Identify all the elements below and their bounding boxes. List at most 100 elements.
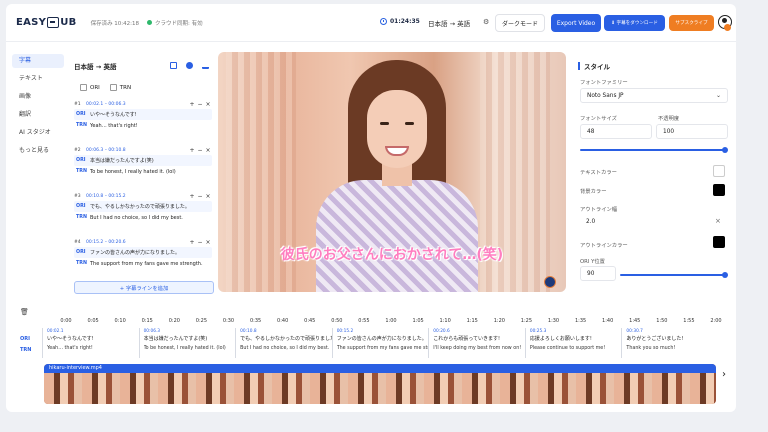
person-eye xyxy=(380,122,389,125)
ori-filter-checkbox[interactable] xyxy=(80,84,87,91)
entry-number: #4 xyxy=(74,240,81,245)
remove-line-icon[interactable]: − xyxy=(196,239,204,246)
timeline-cue[interactable]: 00:06.3 本当は嫌だったんですよ(笑) To be honest, I rea… xyxy=(138,328,236,358)
add-line-icon[interactable]: + xyxy=(188,147,196,154)
bg-color-label: 背景カラー xyxy=(580,189,607,195)
timeline-next-icon[interactable]: › xyxy=(722,369,726,380)
timeline-ruler[interactable]: 0:00 0:05 0:10 0:15 0:20 0:25 0:30 0:35 0:40 0:45… xyxy=(42,318,732,328)
language-settings-icon[interactable]: ⚙ xyxy=(483,18,489,26)
ori-y-input[interactable]: 90 xyxy=(580,266,616,281)
export-video-button[interactable]: Export Video xyxy=(551,14,601,32)
cue-time: 00:06.3 xyxy=(143,329,161,334)
subtitle-track[interactable]: 00:02.1 いや〜そうなんです! Yeah… that's right! 00:0… xyxy=(42,328,718,358)
timeline-cue[interactable]: 00:20.6 これからも頑張っていきます! I'll keep doing my … xyxy=(428,328,525,358)
timeline-cue[interactable]: 00:25.3 応援よろしくお願いします! Please continue to s… xyxy=(524,328,622,358)
font-size-input[interactable]: 48 xyxy=(580,124,652,139)
remove-line-icon[interactable]: − xyxy=(196,147,204,154)
language-pair-selector[interactable]: 日本語 → 英語 xyxy=(428,18,470,28)
cue-time: 00:25.3 xyxy=(529,329,547,334)
add-line-icon[interactable]: + xyxy=(188,101,196,108)
entry-ori-text[interactable]: でも、やるしかなかったので頑張りました。 xyxy=(90,203,190,210)
bg-color-swatch[interactable] xyxy=(713,184,725,196)
timeline-tick-label: 1:35 xyxy=(574,318,587,324)
delete-line-icon[interactable]: × xyxy=(204,193,212,200)
clear-outline-width-icon[interactable]: × xyxy=(715,217,721,225)
timeline-tick-label: 0:00 xyxy=(60,318,72,324)
sidebar-item-subtitles[interactable]: 字幕 xyxy=(12,54,64,68)
entry-trn-text[interactable]: But I had no choice, so I did my best. xyxy=(90,215,183,221)
sidebar-item-translate[interactable]: 翻訳 xyxy=(12,108,64,122)
entry-ori-text[interactable]: いや〜そうなんです! xyxy=(90,111,137,118)
logo-text-right: UB xyxy=(60,17,77,28)
remove-line-icon[interactable]: − xyxy=(196,193,204,200)
timeline-tick-label: 0:35 xyxy=(249,318,262,324)
grid-view-icon[interactable] xyxy=(170,62,177,69)
ori-tag: ORI xyxy=(76,204,86,209)
entry-ori-text[interactable]: 本当は嫌だったんですよ(笑) xyxy=(90,157,154,164)
sidebar-item-more[interactable]: もっと見る xyxy=(12,144,64,158)
font-family-label: フォントファミリー xyxy=(580,80,628,86)
sidebar-item-image[interactable]: 画像 xyxy=(12,90,64,104)
outline-color-swatch[interactable] xyxy=(713,236,725,248)
opacity-slider[interactable] xyxy=(580,147,728,153)
timeline-tick-label: 1:25 xyxy=(520,318,533,324)
sidebar-item-ai-studio[interactable]: AI スタジオ xyxy=(12,126,64,140)
subtitle-panel: 日本語 → 英語 ORI TRN #1 00:02.1 – 00:06.3 + … xyxy=(68,54,218,299)
add-line-icon[interactable]: + xyxy=(188,239,196,246)
cue-time: 00:15.2 xyxy=(336,329,354,334)
entry-ori-text[interactable]: ファンの皆さんの声が力になりました。 xyxy=(90,249,180,256)
cue-ori-text: 応援よろしくお願いします! xyxy=(529,336,592,342)
cue-time: 00:10.8 xyxy=(240,329,257,334)
cue-time: 00:20.6 xyxy=(433,329,450,334)
delete-line-icon[interactable]: × xyxy=(204,239,212,246)
sidebar-nav: 字幕 テキスト 画像 翻訳 AI スタジオ もっと見る xyxy=(12,54,64,162)
opacity-slider-knob[interactable] xyxy=(722,147,728,153)
timeline-cue[interactable]: 00:10.8 でも、やるしかなかったので頑張りました。 But I had no … xyxy=(235,328,332,358)
entry-trn-text[interactable]: The support from my fans gave me strengt… xyxy=(90,261,203,267)
subscribe-button[interactable]: サブスクライブ xyxy=(669,15,714,31)
channel-badge-icon xyxy=(544,276,556,288)
outline-width-value[interactable]: 2.0 xyxy=(586,219,595,225)
avatar-badge-icon xyxy=(724,24,731,31)
add-line-icon[interactable]: + xyxy=(188,193,196,200)
video-preview[interactable]: 彼氏のお父さんにおかされて…(笑) xyxy=(218,52,566,292)
delete-line-icon[interactable]: × xyxy=(204,147,212,154)
app-logo[interactable]: EASY UB xyxy=(16,17,77,28)
delete-line-icon[interactable]: × xyxy=(204,101,212,108)
remove-line-icon[interactable]: − xyxy=(196,101,204,108)
trash-icon[interactable]: 🗑 xyxy=(20,308,29,316)
sidebar-item-text[interactable]: テキスト xyxy=(12,72,64,86)
opacity-input[interactable]: 100 xyxy=(656,124,728,139)
dark-mode-button[interactable]: ダークモード xyxy=(495,14,545,32)
timeline-tick-label: 1:40 xyxy=(602,318,614,324)
timeline-tick-label: 1:55 xyxy=(683,318,695,324)
palette-icon[interactable] xyxy=(186,62,193,69)
timeline-tick-label: 0:50 xyxy=(331,318,343,324)
timeline-cue[interactable]: 00:15.2 ファンの皆さんの声が力になりました。 The support fro… xyxy=(331,328,429,358)
download-icon[interactable] xyxy=(202,62,209,69)
track-label-ori: ORI xyxy=(20,336,30,342)
timeline-cue[interactable]: 00:02.1 いや〜そうなんです! Yeah… that's right! xyxy=(42,328,139,358)
entry-trn-text[interactable]: To be honest, I really hated it. (lol) xyxy=(90,169,176,175)
subtitle-entry[interactable]: #4 00:15.2 – 00:20.6 + − × ORI ファンの皆さんの声が… xyxy=(74,238,212,280)
entry-number: #3 xyxy=(74,194,81,199)
outline-color-label: アウトラインカラー xyxy=(580,243,628,249)
download-subtitles-button[interactable]: ⬇ 字幕をダウンロード xyxy=(604,15,665,31)
entry-trn-text[interactable]: Yeah… that's right! xyxy=(90,123,138,129)
text-color-label: テキストカラー xyxy=(580,170,617,176)
subtitle-entry[interactable]: #2 00:06.3 – 00:10.8 + − × ORI 本当は嫌だったんです… xyxy=(74,146,212,188)
trn-filter-checkbox[interactable] xyxy=(109,84,117,91)
subtitle-entry[interactable]: #3 00:10.8 – 00:15.2 + − × ORI でも、やるしかなかっ… xyxy=(74,192,212,234)
subtitle-entry[interactable]: #1 00:02.1 – 00:06.3 + − × ORI いや〜そうなんです!… xyxy=(74,100,212,142)
cue-ori-text: ファンの皆さんの声が力になりました。 xyxy=(336,336,427,342)
ori-y-slider[interactable] xyxy=(620,272,728,278)
text-color-swatch[interactable] xyxy=(713,165,725,177)
timeline-cue[interactable]: 00:30.7 ありがとうございました! Thank you so much! xyxy=(621,328,718,358)
video-clip[interactable]: hikaru-interview.mp4 xyxy=(44,364,716,404)
trn-tag: TRN xyxy=(76,215,87,220)
ori-y-slider-knob[interactable] xyxy=(722,272,728,278)
entry-time: 00:15.2 – 00:20.6 xyxy=(86,240,126,245)
font-family-select[interactable]: Noto Sans JP ⌄ xyxy=(580,88,728,103)
add-subtitle-line-button[interactable]: + 字幕ラインを追加 xyxy=(74,281,214,294)
cue-trn-text: The support from my fans gave me strengt… xyxy=(336,346,429,351)
